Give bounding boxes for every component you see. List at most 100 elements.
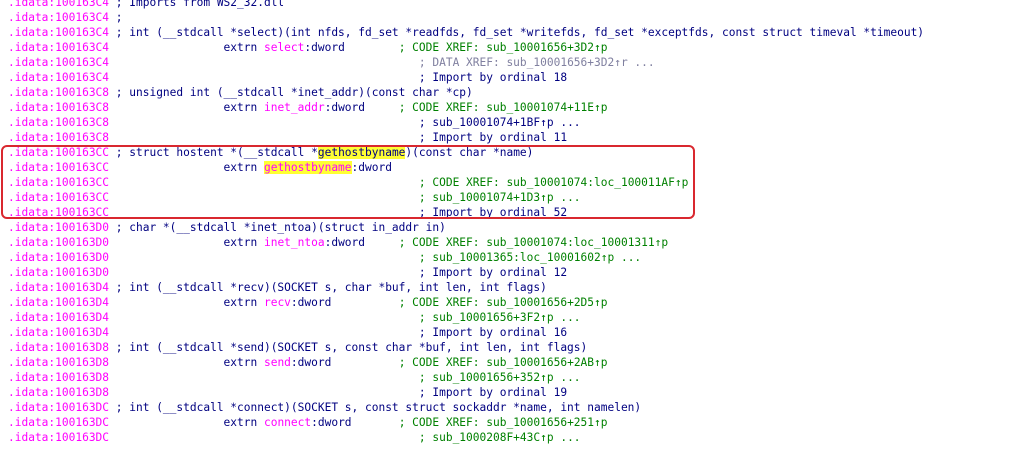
line-text: ; struct hostent *(__stdcall * bbox=[109, 146, 318, 159]
listing-line[interactable]: .idata:100163D8 ; sub_10001656+352↑p ... bbox=[8, 370, 1008, 385]
import-symbol[interactable]: connect bbox=[264, 416, 311, 429]
listing-line[interactable]: .idata:100163D4 extrn recv:dword ; CODE … bbox=[8, 295, 1008, 310]
listing-line[interactable]: .idata:100163D0 ; char *(__stdcall *inet… bbox=[8, 220, 1008, 235]
listing-line[interactable]: .idata:100163C8 ; Import by ordinal 11 bbox=[8, 130, 1008, 145]
line-text bbox=[109, 191, 419, 204]
listing-line[interactable]: .idata:100163C4 ; bbox=[8, 10, 1008, 25]
xref-comment: ; sub_10001656+3F2↑p ... bbox=[418, 311, 581, 324]
line-address: .idata:100163CC bbox=[8, 191, 110, 204]
listing-line[interactable]: .idata:100163D0 ; sub_10001365:loc_10001… bbox=[8, 250, 1008, 265]
line-address: .idata:100163C8 bbox=[8, 131, 110, 144]
line-address: .idata:100163C8 bbox=[8, 116, 110, 129]
line-address: .idata:100163C4 bbox=[8, 56, 110, 69]
listing-line[interactable]: .idata:100163C8 ; unsigned int (__stdcal… bbox=[8, 85, 1008, 100]
line-address: .idata:100163D0 bbox=[8, 266, 110, 279]
listing-line[interactable]: .idata:100163D4 ; sub_10001656+3F2↑p ... bbox=[8, 310, 1008, 325]
listing-line[interactable]: .idata:100163C8 ; sub_10001074+1BF↑p ... bbox=[8, 115, 1008, 130]
line-address: .idata:100163CC bbox=[8, 161, 110, 174]
line-text: ; char *(__stdcall *inet_ntoa)(struct in… bbox=[109, 221, 446, 234]
xref-comment: ; CODE XREF: sub_10001074:loc_100011AF↑p bbox=[418, 176, 689, 189]
line-text: ; int (__stdcall *recv)(SOCKET s, char *… bbox=[109, 281, 547, 294]
listing-line[interactable]: .idata:100163DC ; sub_1000208F+43C↑p ... bbox=[8, 430, 1008, 445]
listing-line[interactable]: .idata:100163CC ; Import by ordinal 52 bbox=[8, 205, 1008, 220]
line-text: ; bbox=[109, 11, 123, 24]
listing-line[interactable]: .idata:100163DC ; int (__stdcall *connec… bbox=[8, 400, 1008, 415]
import-symbol[interactable]: send bbox=[264, 356, 291, 369]
line-text-after: :dword bbox=[290, 356, 399, 369]
listing-line[interactable]: .idata:100163D4 ; Import by ordinal 16 bbox=[8, 325, 1008, 340]
line-address: .idata:100163C4 bbox=[8, 26, 110, 39]
highlighted-symbol[interactable]: gethostbyname bbox=[317, 146, 406, 159]
import-symbol[interactable]: select bbox=[264, 41, 304, 54]
line-text bbox=[109, 311, 419, 324]
listing-line[interactable]: .idata:100163D4 ; int (__stdcall *recv)(… bbox=[8, 280, 1008, 295]
line-text bbox=[109, 176, 419, 189]
line-address: .idata:100163C8 bbox=[8, 101, 110, 114]
line-text bbox=[109, 206, 419, 219]
line-text: extrn bbox=[109, 416, 264, 429]
line-text: extrn bbox=[109, 161, 264, 174]
import-symbol[interactable]: inet_ntoa bbox=[264, 236, 325, 249]
listing-line[interactable]: .idata:100163CC ; sub_10001074+1D3↑p ... bbox=[8, 190, 1008, 205]
line-text bbox=[109, 371, 419, 384]
xref-comment: ; CODE XREF: sub_10001656+251↑p bbox=[398, 416, 608, 429]
listing-line[interactable]: .idata:100163D8 ; int (__stdcall *send)(… bbox=[8, 340, 1008, 355]
import-symbol[interactable]: recv bbox=[264, 296, 291, 309]
line-address: .idata:100163D4 bbox=[8, 311, 110, 324]
line-text-after: :dword bbox=[311, 416, 399, 429]
line-text: extrn bbox=[109, 356, 264, 369]
line-address: .idata:100163D8 bbox=[8, 371, 110, 384]
line-text: ; int (__stdcall *send)(SOCKET s, const … bbox=[109, 341, 588, 354]
ordinal-comment: ; Import by ordinal 19 bbox=[418, 386, 568, 399]
line-address: .idata:100163D8 bbox=[8, 341, 110, 354]
xref-comment: ; sub_10001656+352↑p ... bbox=[418, 371, 581, 384]
line-text: extrn bbox=[109, 101, 264, 114]
line-text: extrn bbox=[109, 41, 264, 54]
ordinal-comment: ; Import by ordinal 52 bbox=[418, 206, 568, 219]
line-address: .idata:100163C4 bbox=[8, 41, 110, 54]
listing-line[interactable]: .idata:100163C8 extrn inet_addr:dword ; … bbox=[8, 100, 1008, 115]
xref-comment: ; CODE XREF: sub_10001074+11E↑p bbox=[398, 101, 608, 114]
line-text bbox=[109, 326, 419, 339]
line-address: .idata:100163DC bbox=[8, 401, 110, 414]
xref-comment: ; CODE XREF: sub_10001074:loc_10001311↑p bbox=[398, 236, 669, 249]
listing-line[interactable]: .idata:100163DC extrn connect:dword ; CO… bbox=[8, 415, 1008, 430]
line-address: .idata:100163D8 bbox=[8, 386, 110, 399]
line-text-after: :dword bbox=[324, 236, 399, 249]
line-text: ; int (__stdcall *select)(int nfds, fd_s… bbox=[109, 26, 925, 39]
line-text bbox=[109, 56, 419, 69]
xref-comment: ; sub_10001365:loc_10001602↑p ... bbox=[418, 251, 642, 264]
line-address: .idata:100163CC bbox=[8, 176, 110, 189]
listing-line[interactable]: .idata:100163C4 ; Import by ordinal 18 bbox=[8, 70, 1008, 85]
listing-line[interactable]: .idata:100163D8 ; Import by ordinal 19 bbox=[8, 385, 1008, 400]
listing-line[interactable]: .idata:100163C4 ; DATA XREF: sub_1000165… bbox=[8, 55, 1008, 70]
listing-line[interactable]: .idata:100163C4 extrn select:dword ; COD… bbox=[8, 40, 1008, 55]
listing-line[interactable]: .idata:100163C4 ; Imports from WS2_32.dl… bbox=[8, 0, 1008, 10]
line-text: extrn bbox=[109, 236, 264, 249]
line-address: .idata:100163CC bbox=[8, 146, 110, 159]
line-address: .idata:100163C4 bbox=[8, 0, 110, 9]
line-address: .idata:100163DC bbox=[8, 416, 110, 429]
line-address: .idata:100163D4 bbox=[8, 296, 110, 309]
listing-line[interactable]: .idata:100163CC ; CODE XREF: sub_1000107… bbox=[8, 175, 1008, 190]
listing-line[interactable]: .idata:100163D0 extrn inet_ntoa:dword ; … bbox=[8, 235, 1008, 250]
line-text bbox=[109, 251, 419, 264]
ordinal-comment: ; Import by ordinal 11 bbox=[418, 131, 568, 144]
line-address: .idata:100163DC bbox=[8, 431, 110, 444]
xref-comment: ; sub_10001074+1D3↑p ... bbox=[418, 191, 581, 204]
line-address: .idata:100163C4 bbox=[8, 11, 110, 24]
highlighted-import-symbol[interactable]: gethostbyname bbox=[263, 161, 352, 174]
import-symbol[interactable]: inet_addr bbox=[264, 101, 325, 114]
line-text: ; int (__stdcall *connect)(SOCKET s, con… bbox=[109, 401, 642, 414]
line-text-after: )(const char *name) bbox=[405, 146, 534, 159]
listing-line[interactable]: .idata:100163D8 extrn send:dword ; CODE … bbox=[8, 355, 1008, 370]
ordinal-comment: ; Import by ordinal 16 bbox=[418, 326, 568, 339]
listing-line[interactable]: .idata:100163CC ; struct hostent *(__std… bbox=[8, 145, 1008, 160]
listing-line[interactable]: .idata:100163D0 ; Import by ordinal 12 bbox=[8, 265, 1008, 280]
listing-line[interactable]: .idata:100163C4 ; int (__stdcall *select… bbox=[8, 25, 1008, 40]
line-address: .idata:100163D0 bbox=[8, 221, 110, 234]
xref-comment: ; CODE XREF: sub_10001656+2D5↑p bbox=[398, 296, 608, 309]
line-address: .idata:100163CC bbox=[8, 206, 110, 219]
listing-line[interactable]: .idata:100163CC extrn gethostbyname:dwor… bbox=[8, 160, 1008, 175]
disassembly-listing[interactable]: .idata:100163C4 ; Imports from WS2_32.dl… bbox=[8, 0, 1008, 445]
